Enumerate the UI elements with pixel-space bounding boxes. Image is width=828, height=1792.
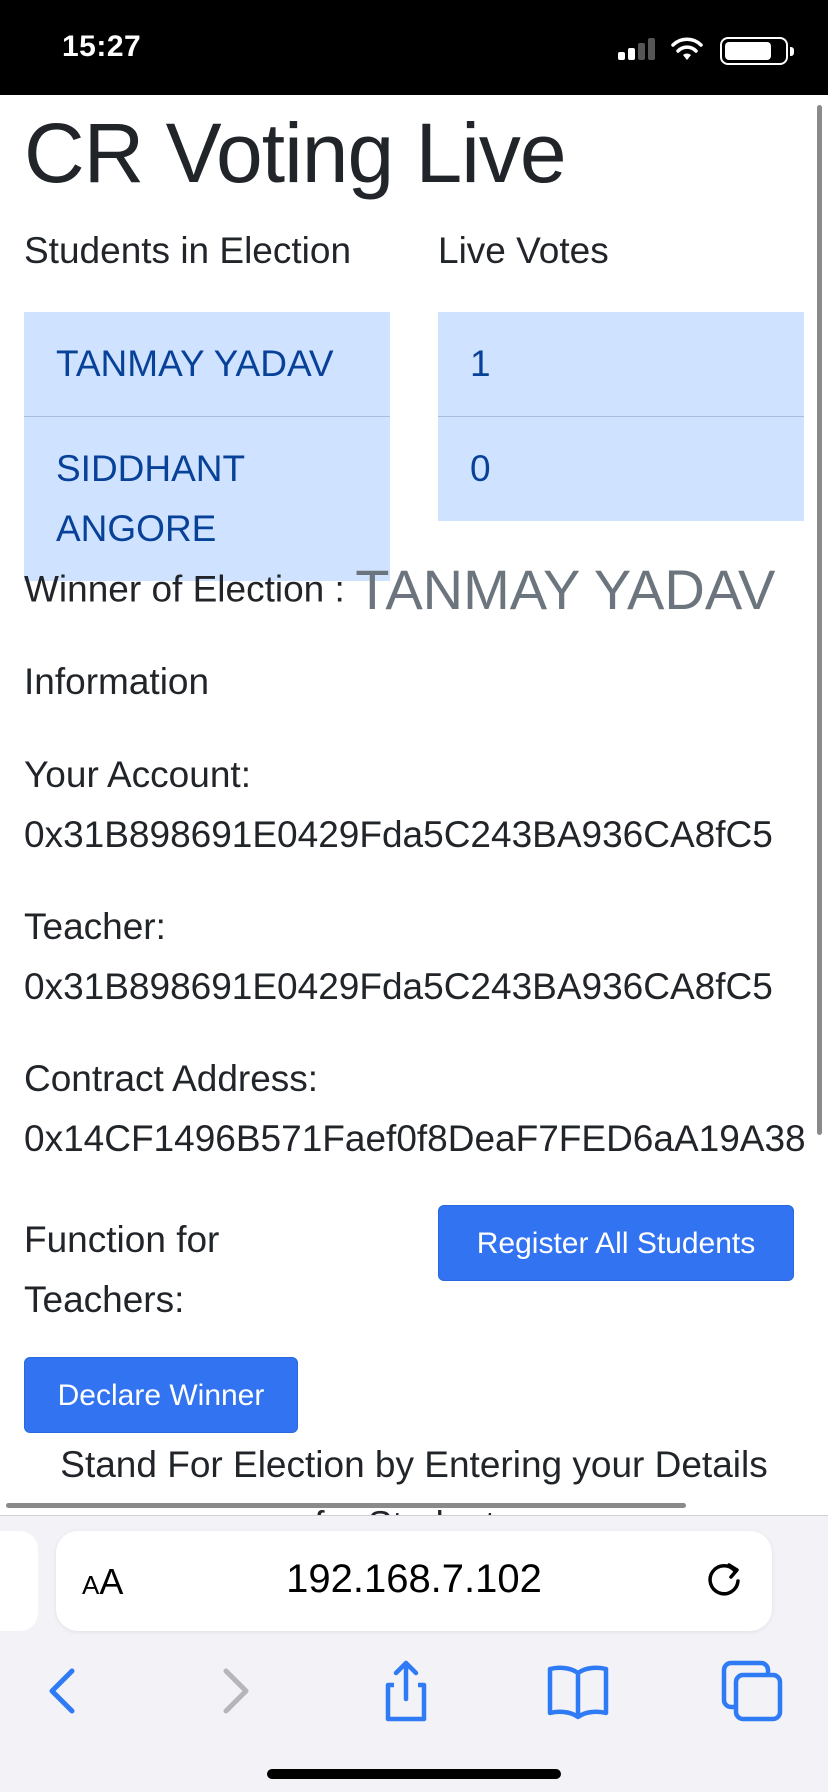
- contract-value: 0x14CF1496B571Faef0f8DeaF7FED6aA19A38: [24, 1118, 806, 1159]
- status-bar: 15:27: [0, 0, 828, 95]
- account-info: Your Account: 0x31B898691E0429Fda5C243BA…: [24, 745, 773, 865]
- student-name-cell: TANMAY YADAV: [24, 312, 390, 417]
- winner-name: TANMAY YADAV: [355, 558, 776, 621]
- winner-row: Winner of Election : TANMAY YADAV: [24, 557, 775, 622]
- browser-toolbar: AA 192.168.7.102: [0, 1515, 828, 1792]
- teacher-label: Teacher:: [24, 906, 166, 947]
- students-heading: Students in Election: [24, 230, 352, 271]
- url-text[interactable]: 192.168.7.102: [56, 1557, 772, 1602]
- vertical-scrollbar[interactable]: [817, 105, 822, 1135]
- winner-label: Winner of Election :: [24, 568, 345, 610]
- contract-info: Contract Address: 0x14CF1496B571Faef0f8D…: [24, 1049, 806, 1169]
- status-time: 15:27: [62, 30, 142, 63]
- battery-icon: [720, 37, 794, 65]
- vote-count-cell: 1: [438, 312, 804, 417]
- previous-tab-peek[interactable]: [0, 1531, 38, 1631]
- contract-label: Contract Address:: [24, 1058, 319, 1099]
- tabs-icon[interactable]: [712, 1651, 792, 1731]
- votes-table: 1 0: [438, 312, 804, 521]
- horizontal-scrollbar[interactable]: [6, 1503, 686, 1508]
- home-indicator: [267, 1769, 561, 1779]
- account-label: Your Account:: [24, 754, 251, 795]
- back-icon[interactable]: [22, 1651, 102, 1731]
- page-title: CR Voting Live: [24, 106, 567, 200]
- share-icon[interactable]: [366, 1651, 446, 1731]
- bookmarks-icon[interactable]: [538, 1651, 618, 1731]
- navigation-row: [0, 1651, 828, 1741]
- teacher-functions-label: Function for Teachers:: [24, 1219, 220, 1320]
- wifi-icon: [671, 37, 703, 60]
- reload-icon[interactable]: [702, 1559, 746, 1603]
- web-content: CR Voting Live Students in Election Live…: [0, 95, 828, 1515]
- teacher-info: Teacher: 0x31B898691E0429Fda5C243BA936CA…: [24, 897, 773, 1017]
- teacher-value: 0x31B898691E0429Fda5C243BA936CA8fC5: [24, 966, 773, 1007]
- students-table: TANMAY YADAV SIDDHANT ANGORE: [24, 312, 390, 581]
- cellular-signal-icon: [618, 38, 656, 60]
- address-bar[interactable]: AA 192.168.7.102: [56, 1531, 772, 1631]
- declare-winner-button[interactable]: Declare Winner: [24, 1357, 298, 1433]
- forward-icon[interactable]: [196, 1651, 276, 1731]
- account-value: 0x31B898691E0429Fda5C243BA936CA8fC5: [24, 814, 773, 855]
- votes-heading: Live Votes: [438, 230, 609, 271]
- vote-count-cell: 0: [470, 448, 491, 489]
- information-heading: Information: [24, 661, 210, 702]
- register-all-students-button[interactable]: Register All Students: [438, 1205, 794, 1281]
